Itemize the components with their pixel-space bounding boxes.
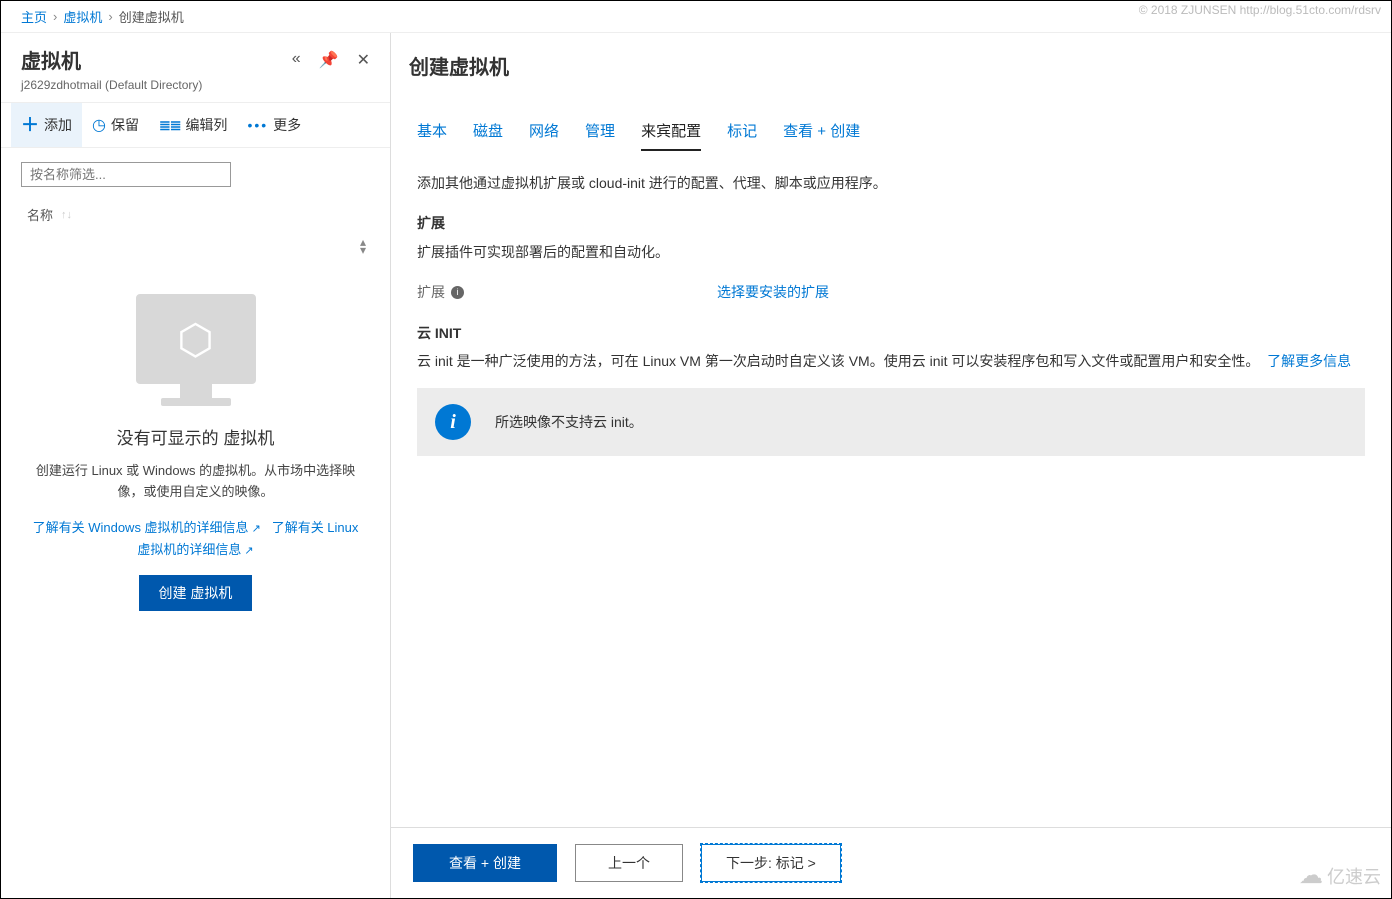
cloudinit-heading: 云 INIT	[417, 322, 1365, 344]
wizard-tabs: 基本 磁盘 网络 管理 来宾配置 标记 查看 + 创建	[391, 120, 1391, 152]
toolbar-label: 保留	[111, 115, 139, 135]
vm-list-panel: 虚拟机 « 📌 ✕ j2629zdhotmail (Default Direct…	[1, 33, 391, 898]
dots-icon: •••	[247, 117, 268, 133]
close-icon[interactable]: ✕	[357, 50, 370, 70]
toolbar-label: 编辑列	[185, 115, 227, 135]
tab-content: 添加其他通过虚拟机扩展或 cloud-init 进行的配置、代理、脚本或应用程序…	[391, 152, 1391, 827]
column-header-name[interactable]: 名称 ↑↓	[1, 191, 390, 238]
tab-basic[interactable]: 基本	[417, 120, 447, 151]
pin-icon[interactable]: 📌	[319, 50, 339, 70]
breadcrumb-vm[interactable]: 虚拟机	[63, 7, 102, 26]
empty-description: 创建运行 Linux 或 Windows 的虚拟机。从市场中选择映像，或使用自定…	[21, 461, 370, 503]
empty-title: 没有可显示的 虚拟机	[21, 424, 370, 449]
review-create-button[interactable]: 查看 + 创建	[413, 844, 557, 882]
filter-input[interactable]	[21, 162, 231, 187]
extensions-label: 扩展 i	[417, 281, 717, 303]
clock-icon	[92, 115, 106, 135]
breadcrumb-home[interactable]: 主页	[21, 7, 47, 26]
panel-subtitle: j2629zdhotmail (Default Directory)	[1, 78, 390, 102]
info-circle-icon: i	[435, 404, 471, 440]
monitor-icon: ⬡	[126, 294, 266, 406]
plus-icon: ＋	[21, 116, 39, 134]
keep-button[interactable]: 保留	[82, 103, 149, 147]
logo-text: 亿速云	[1327, 863, 1381, 889]
toolbar-label: 更多	[273, 115, 301, 135]
tab-guest-config[interactable]: 来宾配置	[641, 120, 701, 151]
previous-button[interactable]: 上一个	[575, 844, 683, 882]
tab-network[interactable]: 网络	[529, 120, 559, 151]
intro-text: 添加其他通过虚拟机扩展或 cloud-init 进行的配置、代理、脚本或应用程序…	[417, 172, 1365, 194]
column-label: 名称	[27, 205, 53, 224]
sort-icon: ↑↓	[61, 209, 72, 221]
logo-watermark: 亿速云	[1299, 861, 1381, 890]
tab-tags[interactable]: 标记	[727, 120, 757, 151]
chevron-right-icon: ›	[108, 9, 112, 24]
info-banner: i 所选映像不支持云 init。	[417, 388, 1365, 456]
columns-icon: ≣≣	[159, 117, 180, 134]
panel-title: 虚拟机	[21, 45, 292, 74]
collapse-icon[interactable]: «	[292, 50, 301, 70]
form-label-text: 扩展	[417, 281, 445, 303]
select-extensions-link[interactable]: 选择要安装的扩展	[717, 281, 829, 303]
extensions-desc: 扩展插件可实现部署后的配置和自动化。	[417, 241, 1365, 263]
cloudinit-desc: 云 init 是一种广泛使用的方法，可在 Linux VM 第一次启动时自定义该…	[417, 350, 1365, 372]
learn-windows-link[interactable]: 了解有关 Windows 虚拟机的详细信息	[33, 520, 261, 535]
tab-review[interactable]: 查看 + 创建	[783, 120, 860, 151]
wizard-footer: 查看 + 创建 上一个 下一步: 标记 >	[391, 827, 1391, 898]
create-vm-panel: 创建虚拟机 基本 磁盘 网络 管理 来宾配置 标记 查看 + 创建 添加其他通过…	[391, 33, 1391, 898]
breadcrumb-current: 创建虚拟机	[119, 7, 184, 26]
chevron-right-icon: ›	[53, 9, 57, 24]
toolbar-label: 添加	[44, 115, 72, 135]
learn-more-link[interactable]: 了解更多信息	[1267, 353, 1351, 369]
scroll-indicator[interactable]: ▴▾	[1, 238, 390, 254]
cube-icon: ⬡	[177, 315, 214, 364]
add-button[interactable]: ＋ 添加	[11, 103, 82, 147]
cloud-icon	[1299, 861, 1323, 890]
banner-text: 所选映像不支持云 init。	[495, 411, 643, 433]
page-title: 创建虚拟机	[391, 51, 1391, 120]
info-icon[interactable]: i	[451, 286, 464, 299]
tab-manage[interactable]: 管理	[585, 120, 615, 151]
next-button[interactable]: 下一步: 标记 >	[701, 844, 841, 882]
watermark-text: © 2018 ZJUNSEN http://blog.51cto.com/rds…	[1139, 3, 1381, 17]
create-vm-button[interactable]: 创建 虚拟机	[139, 575, 253, 611]
cloudinit-desc-text: 云 init 是一种广泛使用的方法，可在 Linux VM 第一次启动时自定义该…	[417, 353, 1259, 369]
tab-disk[interactable]: 磁盘	[473, 120, 503, 151]
toolbar: ＋ 添加 保留 ≣≣ 编辑列 ••• 更多	[1, 102, 390, 148]
edit-columns-button[interactable]: ≣≣ 编辑列	[149, 103, 237, 147]
empty-state: ⬡ 没有可显示的 虚拟机 创建运行 Linux 或 Windows 的虚拟机。从…	[1, 254, 390, 631]
more-button[interactable]: ••• 更多	[237, 103, 311, 147]
extensions-heading: 扩展	[417, 212, 1365, 234]
